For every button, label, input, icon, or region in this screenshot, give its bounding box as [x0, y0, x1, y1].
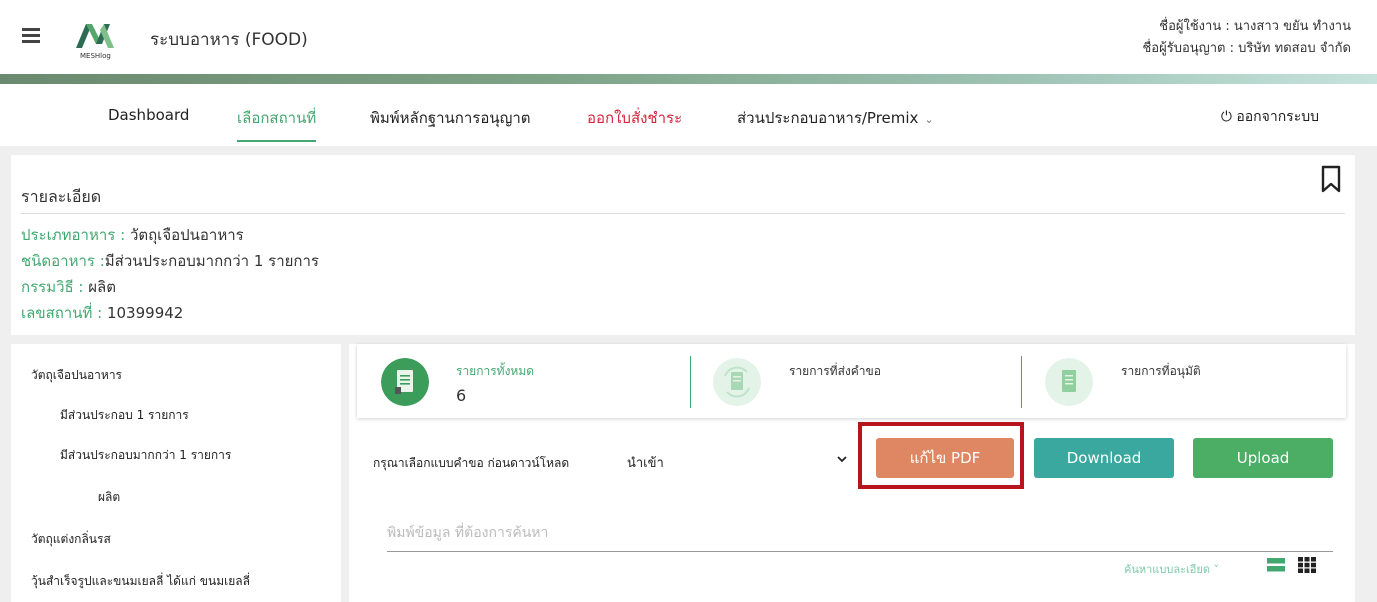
nav-premix-label: ส่วนประกอบอาหาร/Premix	[737, 109, 919, 127]
food-kind-value: มีส่วนประกอบมากกว่า 1 รายการ	[104, 252, 319, 270]
approved-items-icon	[1045, 358, 1093, 406]
category-sidebar: วัตถุเจือปนอาหาร มีส่วนประกอบ 1 รายการ ม…	[11, 344, 341, 602]
logout-button[interactable]: ⏻ ออกจากระบบ	[1221, 106, 1319, 128]
total-items-value: 6	[456, 386, 467, 405]
search-input[interactable]: พิมพ์ข้อมูล ที่ต้องการค้นหา	[387, 516, 1333, 552]
form-type-selected: นำเข้า	[627, 456, 664, 471]
food-kind-line: ชนิดอาหาร :มีส่วนประกอบมากกว่า 1 รายการ	[21, 249, 319, 273]
grid-view-icon[interactable]	[1298, 557, 1316, 573]
location-no-line: เลขสถานที่ : 10399942	[21, 301, 183, 325]
meshlog-logo: MESHlog	[76, 24, 114, 60]
food-kind-label: ชนิดอาหาร :	[21, 252, 105, 270]
chevron-down-icon	[837, 456, 847, 463]
user-name: ชื่อผู้ใช้งาน : นางสาว ขยัน ทำงาน	[1159, 19, 1351, 34]
sidebar-item-flavoring[interactable]: วัตถุแต่งกลิ่นรส	[31, 530, 111, 549]
process-line: กรรมวิธี : ผลิต	[21, 275, 116, 299]
total-items-icon	[381, 358, 429, 406]
header-band	[0, 74, 1377, 84]
advanced-search-toggle[interactable]: ค้นหาแบบละเอียด ˅	[1124, 560, 1219, 578]
process-value: ผลิต	[83, 278, 116, 296]
process-label: กรรมวิธี :	[21, 278, 84, 296]
detail-title: รายละเอียด	[21, 187, 102, 206]
download-prompt: กรุณาเลือกแบบคำขอ ก่อนดาวน์โหลด	[373, 456, 570, 470]
detail-card: รายละเอียด ประเภทอาหาร : วัตถุเจือปนอาหา…	[11, 155, 1355, 335]
food-type-line: ประเภทอาหาร : วัตถุเจือปนอาหาร	[21, 223, 244, 247]
nav-dashboard[interactable]: Dashboard	[108, 106, 189, 124]
hamburger-menu-icon[interactable]	[22, 28, 40, 43]
form-type-select[interactable]: นำเข้า	[627, 442, 847, 478]
upload-button[interactable]: Upload	[1193, 438, 1333, 478]
edit-pdf-button[interactable]: แก้ไข PDF	[876, 438, 1014, 478]
power-icon: ⏻	[1220, 109, 1232, 125]
logo-text: MESHlog	[80, 52, 111, 60]
stats-bar: รายการทั้งหมด 6 รายการที่ส่งคำขอ รายการท…	[357, 344, 1346, 418]
sidebar-item-produce[interactable]: ผลิต	[98, 488, 120, 507]
sidebar-item-multi-ingredient[interactable]: มีส่วนประกอบมากกว่า 1 รายการ	[60, 446, 231, 465]
nav-select-location[interactable]: เลือกสถานที่	[237, 106, 317, 142]
stat-divider	[1021, 356, 1022, 408]
bookmark-icon[interactable]	[1321, 165, 1341, 193]
main-panel: รายการทั้งหมด 6 รายการที่ส่งคำขอ รายการท…	[349, 344, 1355, 602]
approved-items-label: รายการที่อนุมัติ	[1121, 364, 1201, 378]
stat-divider	[690, 356, 691, 408]
sidebar-item-jelly[interactable]: วุ้นสำเร็จรูปและขนมเยลลี่ ได้แก่ ขนมเยลล…	[31, 572, 250, 591]
list-view-icon[interactable]	[1267, 558, 1285, 572]
nav-premix-dropdown[interactable]: ส่วนประกอบอาหาร/Premix ⌄	[737, 106, 934, 130]
location-no-label: เลขสถานที่ :	[21, 304, 103, 322]
app-title: ระบบอาหาร (FOOD)	[150, 30, 308, 50]
nav-payment-order[interactable]: ออกใบสั่งชำระ	[587, 106, 682, 130]
location-no-value: 10399942	[102, 304, 184, 322]
submitted-items-label: รายการที่ส่งคำขอ	[789, 364, 881, 378]
user-info: ชื่อผู้ใช้งาน : นางสาว ขยัน ทำงาน ชื่อผู…	[1142, 16, 1351, 60]
food-type-value: วัตถุเจือปนอาหาร	[125, 226, 244, 244]
download-button[interactable]: Download	[1034, 438, 1174, 478]
top-header: MESHlog ระบบอาหาร (FOOD) ชื่อผู้ใช้งาน :…	[0, 0, 1377, 74]
food-type-label: ประเภทอาหาร :	[21, 226, 126, 244]
sidebar-item-single-ingredient[interactable]: มีส่วนประกอบ 1 รายการ	[60, 406, 189, 425]
sidebar-item-food-additive[interactable]: วัตถุเจือปนอาหาร	[31, 366, 122, 385]
submitted-items-icon	[713, 358, 761, 406]
divider	[21, 213, 1345, 214]
main-nav: Dashboard เลือกสถานที่ พิมพ์หลักฐานการอน…	[0, 84, 1377, 146]
logout-label: ออกจากระบบ	[1236, 109, 1319, 125]
licensee-name: ชื่อผู้รับอนุญาต : บริษัท ทดสอบ จำกัด	[1142, 41, 1351, 56]
chevron-down-icon: ⌄	[924, 113, 934, 126]
nav-print-permit[interactable]: พิมพ์หลักฐานการอนุญาต	[370, 106, 531, 130]
search-placeholder: พิมพ์ข้อมูล ที่ต้องการค้นหา	[387, 525, 549, 541]
total-items-label: รายการทั้งหมด	[456, 364, 535, 378]
